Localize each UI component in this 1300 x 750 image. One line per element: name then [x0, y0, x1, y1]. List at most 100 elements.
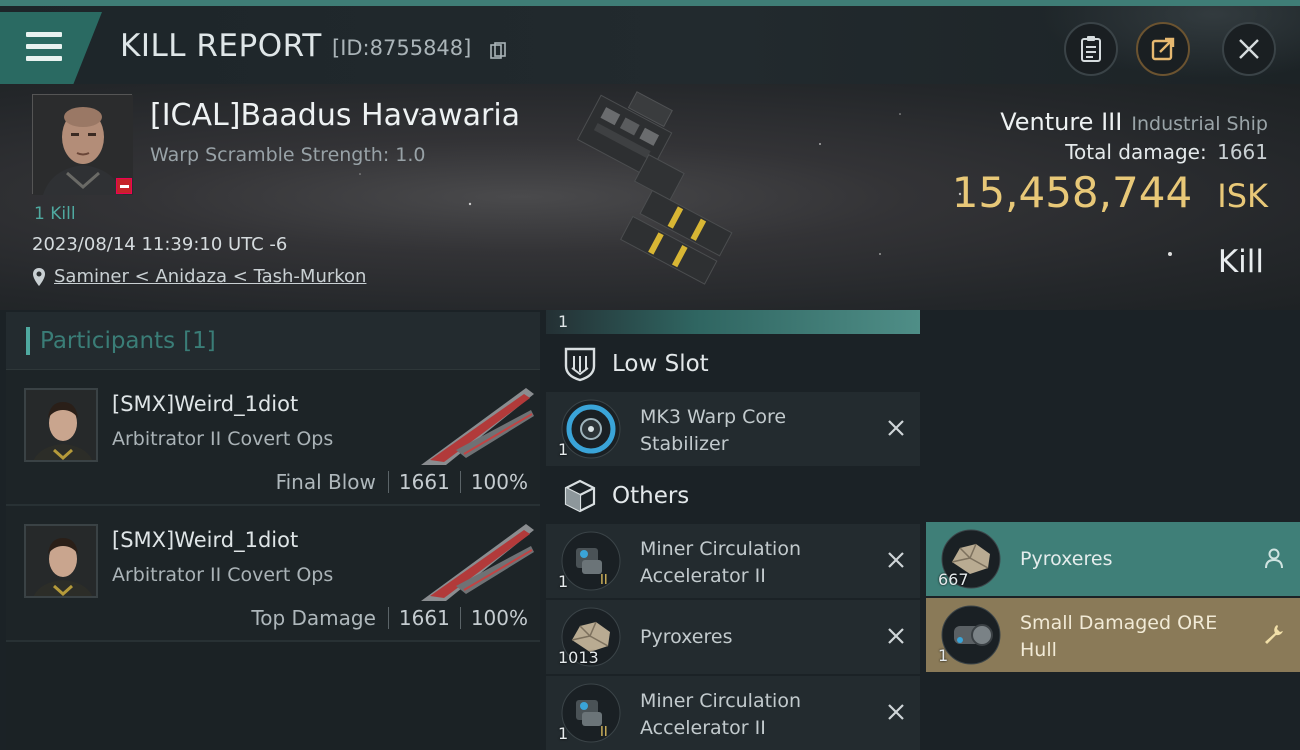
close-button[interactable] [1222, 22, 1276, 76]
participants-panel: Participants [1] [SMX]Weird_1diot Arbitr… [6, 312, 540, 750]
destroyed-icon [888, 628, 904, 644]
victim-ship-info[interactable]: Venture III Industrial Ship [1000, 108, 1268, 136]
close-icon [1239, 39, 1259, 59]
attacker-ship: Arbitrator II Covert Ops [112, 428, 334, 450]
attacker-portrait[interactable] [24, 524, 98, 598]
svg-text:II: II [600, 725, 608, 740]
kill-timestamp: 2023/08/14 11:39:10 UTC -6 [32, 234, 288, 255]
attacker-percent: 100% [470, 470, 528, 494]
item-name: Pyroxeres [640, 626, 733, 648]
list-item[interactable]: 1 MK3 Warp Core Stabilizer [546, 392, 920, 466]
participants-count: [1] [183, 327, 216, 354]
item-quantity: 1013 [558, 648, 599, 667]
victim-kill-count: 1 Kill [34, 204, 76, 224]
top-bar: KILL REPORT [ID:8755848] [0, 0, 1300, 90]
attacker-stats: Top Damage 1661 100% [251, 606, 528, 630]
warp-core-stabilizer-icon [561, 399, 621, 459]
copy-icon[interactable] [490, 42, 506, 60]
svg-text:II: II [600, 573, 608, 588]
list-item[interactable]: 1013 Pyroxeres [546, 600, 920, 674]
victim-panel: [ICAL]Baadus Havawaria Warp Scramble Str… [0, 84, 1300, 310]
attacker-ship: Arbitrator II Covert Ops [112, 564, 334, 586]
item-name: Small Damaged ORE Hull [1020, 612, 1218, 661]
isk-value-row: 15,458,744 ISK [952, 168, 1268, 217]
attacker-stats: Final Blow 1661 100% [276, 470, 528, 494]
menu-button[interactable] [0, 12, 102, 84]
divider [459, 471, 461, 493]
item-quantity: 1 [558, 572, 569, 591]
destroyed-icon [888, 420, 904, 436]
low-slot-title: Low Slot [612, 351, 709, 377]
item-name: MK3 Warp Core Stabilizer [640, 406, 787, 455]
dropped-items-list[interactable]: 667 Pyroxeres 1 Small Damaged ORE Hull [926, 522, 1300, 750]
item-quantity: 1 [558, 312, 569, 331]
share-icon [1151, 37, 1175, 61]
item-quantity: 1 [558, 440, 569, 459]
person-icon [1265, 548, 1283, 569]
participants-header: Participants [1] [6, 312, 540, 370]
divider [387, 607, 389, 629]
others-section-header: Others [546, 470, 920, 522]
total-damage-value: 1661 [1217, 140, 1268, 164]
attacker-name: [SMX]Weird_1diot [112, 528, 299, 552]
miner-accelerator-icon: II [561, 683, 621, 743]
item-name: Pyroxeres [1020, 548, 1113, 570]
report-id: [ID:8755848] [332, 36, 472, 60]
victim-ship-class: Industrial Ship [1131, 113, 1268, 135]
wrench-icon [1265, 625, 1283, 644]
attacker-role: Top Damage [251, 606, 376, 630]
menu-icon [26, 32, 62, 68]
miner-accelerator-icon: II [561, 531, 621, 591]
list-item[interactable]: II 1 Miner Circulation Accelerator II [546, 676, 920, 750]
clipboard-icon [1081, 36, 1101, 62]
avatar [26, 526, 96, 596]
share-button[interactable] [1136, 22, 1190, 76]
attacker-damage: 1661 [398, 606, 450, 630]
ore-hull-icon [941, 605, 1001, 665]
victim-name[interactable]: [ICAL]Baadus Havawaria [150, 98, 520, 133]
isk-value: 15,458,744 [951, 168, 1193, 217]
page-title: KILL REPORT [120, 28, 322, 64]
divider [387, 471, 389, 493]
attacker-row[interactable]: [SMX]Weird_1diot Arbitrator II Covert Op… [6, 506, 540, 642]
divider [459, 607, 461, 629]
list-item[interactable]: 667 Pyroxeres [926, 522, 1300, 596]
clipboard-button[interactable] [1064, 22, 1118, 76]
item-quantity: 667 [938, 570, 969, 589]
location-row[interactable]: Saminer < Anidaza < Tash-Murkon [32, 266, 366, 287]
item-name: Miner Circulation Accelerator II [640, 538, 801, 587]
attacker-damage: 1661 [398, 470, 450, 494]
list-item[interactable]: 1 Small Damaged ORE Hull [926, 598, 1300, 672]
total-damage-label: Total damage: [1065, 140, 1207, 164]
item-quantity: 1 [938, 646, 949, 665]
low-slot-icon [560, 344, 600, 384]
location-link[interactable]: Saminer < Anidaza < Tash-Murkon [54, 266, 366, 287]
list-item[interactable]: 1 [546, 310, 920, 334]
victim-ship-name: Venture III [1000, 108, 1123, 136]
avatar [26, 390, 96, 460]
destroyed-icon [888, 704, 904, 720]
item-name: Miner Circulation Accelerator II [640, 690, 801, 739]
attacker-ship-image [421, 524, 534, 601]
destroyed-icon [888, 552, 904, 568]
item-quantity: 1 [558, 724, 569, 743]
section-accent-bar [26, 326, 30, 355]
victim-ship-image [576, 91, 733, 285]
participants-title: Participants [40, 327, 176, 354]
low-slot-section-header: Low Slot [546, 338, 920, 390]
attacker-ship-image [421, 388, 534, 465]
hostile-badge [116, 178, 132, 194]
attacker-portrait[interactable] [24, 388, 98, 462]
cube-icon [560, 476, 600, 516]
result-label: Kill [1217, 244, 1264, 280]
isk-unit: ISK [1217, 177, 1268, 215]
attacker-name: [SMX]Weird_1diot [112, 392, 299, 416]
attacker-role: Final Blow [275, 470, 376, 494]
location-pin-icon [33, 267, 45, 286]
warp-scramble-strength: Warp Scramble Strength: 1.0 [150, 144, 426, 166]
attacker-row[interactable]: [SMX]Weird_1diot Arbitrator II Covert Op… [6, 370, 540, 506]
total-damage: Total damage: 1661 [1065, 140, 1268, 164]
list-item[interactable]: II 1 Miner Circulation Accelerator II [546, 524, 920, 598]
items-list[interactable]: 1 Low Slot 1 MK3 Warp Core Stabilizer Ot… [546, 310, 922, 750]
attacker-percent: 100% [470, 606, 528, 630]
